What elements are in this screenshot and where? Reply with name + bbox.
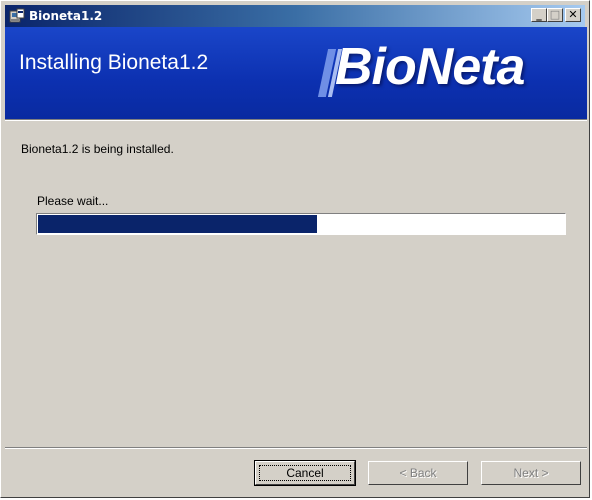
back-button-label: < Back (399, 466, 437, 480)
install-status-text: Bioneta1.2 is being installed. (21, 142, 174, 156)
next-button[interactable]: Next > (481, 461, 581, 485)
installer-window: Bioneta1.2 _ □ ✕ Installing Bioneta1.2 B… (0, 0, 590, 498)
cancel-button-label: Cancel (286, 466, 324, 480)
minimize-button[interactable]: _ (531, 8, 547, 22)
back-button[interactable]: < Back (368, 461, 468, 485)
next-button-label: Next > (513, 466, 549, 480)
maximize-button[interactable]: □ (547, 8, 563, 22)
window-title: Bioneta1.2 (29, 9, 103, 23)
close-button[interactable]: ✕ (565, 8, 581, 22)
progress-fill (38, 215, 317, 233)
header-banner: Installing Bioneta1.2 BioNeta (5, 27, 587, 119)
install-progress-bar (36, 213, 566, 235)
footer-divider (5, 447, 587, 449)
installer-app-icon (9, 8, 25, 23)
install-heading: Installing Bioneta1.2 (19, 51, 209, 74)
header-divider (5, 119, 587, 121)
bioneta-logo: BioNeta (335, 38, 525, 96)
cancel-button[interactable]: Cancel (254, 460, 356, 486)
please-wait-label: Please wait... (37, 194, 109, 208)
title-bar[interactable]: Bioneta1.2 _ □ ✕ (5, 5, 585, 27)
